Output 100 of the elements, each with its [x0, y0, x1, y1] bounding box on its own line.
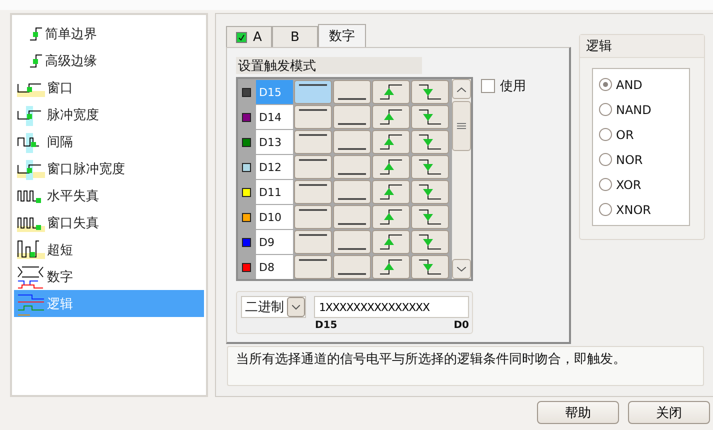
level-button[interactable]	[411, 205, 449, 229]
rising-edge-icon	[380, 258, 402, 276]
level-button[interactable]	[333, 255, 371, 279]
level-button[interactable]	[294, 180, 332, 204]
level-button[interactable]	[294, 155, 332, 179]
rising-edge-icon	[380, 108, 402, 126]
radio-button[interactable]	[599, 178, 612, 191]
level-button[interactable]	[333, 230, 371, 254]
high-level-icon	[299, 133, 327, 137]
radio-button[interactable]	[599, 103, 612, 116]
level-button[interactable]	[333, 130, 371, 154]
checkbox[interactable]	[236, 32, 248, 42]
channel-name[interactable]: D9	[256, 230, 293, 254]
falling-edge-icon	[419, 83, 441, 101]
trigger-type-item[interactable]: 间隔	[14, 128, 204, 155]
tab[interactable]: 数字	[318, 24, 366, 47]
low-level-icon	[338, 97, 366, 101]
level-button[interactable]	[411, 130, 449, 154]
low-level-icon	[338, 122, 366, 126]
radio-button[interactable]	[599, 128, 612, 141]
high-level-icon	[299, 83, 327, 87]
falling-edge-icon	[419, 108, 441, 126]
scroll-up-button[interactable]	[452, 79, 471, 99]
channel-name[interactable]: D14	[256, 105, 293, 129]
channel-name[interactable]: D12	[256, 155, 293, 179]
level-button[interactable]	[372, 205, 410, 229]
scrollbar[interactable]	[452, 79, 471, 279]
chevron-down-icon	[292, 304, 300, 310]
falling-edge-icon	[419, 183, 441, 201]
radio-button[interactable]	[599, 78, 612, 91]
rising-edge-icon	[380, 133, 402, 151]
rising-edge-icon	[380, 183, 402, 201]
level-button[interactable]	[411, 155, 449, 179]
radio-button[interactable]	[599, 203, 612, 216]
falling-edge-icon	[419, 258, 441, 276]
bit-label: D15	[315, 320, 338, 331]
level-button[interactable]	[294, 255, 332, 279]
level-button[interactable]	[294, 105, 332, 129]
trigger-type-item[interactable]: 数字	[14, 263, 204, 290]
low-level-icon	[338, 147, 366, 151]
radio-button[interactable]	[599, 153, 612, 166]
level-button[interactable]	[372, 105, 410, 129]
option-label: NAND	[616, 102, 652, 116]
chevron-up-icon	[457, 86, 466, 92]
level-button[interactable]	[411, 230, 449, 254]
dialog-button[interactable]: 关闭	[628, 401, 710, 424]
trigger-type-item[interactable]: 水平失真	[14, 182, 204, 209]
scroll-thumb[interactable]	[452, 101, 471, 151]
scroll-down-button[interactable]	[452, 259, 471, 279]
level-button[interactable]	[372, 180, 410, 204]
high-level-icon	[299, 183, 327, 187]
trigger-type-item[interactable]: 窗口	[14, 74, 204, 101]
low-level-icon	[338, 272, 366, 276]
format-dropdown[interactable]: 二进制	[241, 296, 306, 318]
description-text: 当所有选择通道的信号电平与所选择的逻辑条件同时吻合，即触发。	[227, 346, 704, 386]
trigger-type-item[interactable]: 脉冲宽度	[14, 101, 204, 128]
level-button[interactable]	[372, 130, 410, 154]
level-button[interactable]	[411, 180, 449, 204]
channel-name[interactable]: D11	[256, 180, 293, 204]
low-level-icon	[338, 222, 366, 226]
level-button[interactable]	[333, 180, 371, 204]
level-button[interactable]	[294, 205, 332, 229]
level-button[interactable]	[294, 230, 332, 254]
high-level-icon	[299, 108, 327, 112]
level-button[interactable]	[333, 205, 371, 229]
trigger-type-item[interactable]: 窗口脉冲宽度	[14, 155, 204, 182]
bit-label: D0	[454, 320, 469, 331]
level-button[interactable]	[372, 255, 410, 279]
level-button[interactable]	[333, 80, 371, 104]
high-level-icon	[299, 258, 327, 262]
trigger-type-item[interactable]: 窗口失真	[14, 209, 204, 236]
pattern-field[interactable]: 1XXXXXXXXXXXXXXX	[314, 296, 469, 318]
level-button[interactable]	[294, 130, 332, 154]
trigger-type-item[interactable]: 超短	[14, 236, 204, 263]
channel-name[interactable]: D13	[256, 130, 293, 154]
level-button[interactable]	[294, 80, 332, 104]
level-button[interactable]	[372, 155, 410, 179]
level-button[interactable]	[372, 80, 410, 104]
tab[interactable]: A	[226, 26, 272, 47]
rising-edge-icon	[380, 158, 402, 176]
falling-edge-icon	[419, 158, 441, 176]
level-button[interactable]	[411, 105, 449, 129]
level-button[interactable]	[333, 105, 371, 129]
low-level-icon	[338, 197, 366, 201]
use-checkbox[interactable]: 使用	[481, 77, 526, 94]
trigger-type-item[interactable]: 高级边缘	[14, 47, 204, 74]
waveform-icon	[29, 26, 43, 40]
channel-name[interactable]: D10	[256, 205, 293, 229]
group-title: 逻辑	[580, 35, 704, 58]
level-button[interactable]	[411, 80, 449, 104]
dialog-button[interactable]: 帮助	[537, 401, 619, 424]
waveform-icon	[29, 54, 43, 68]
option-label: OR	[616, 128, 634, 142]
level-button[interactable]	[372, 230, 410, 254]
level-button[interactable]	[333, 155, 371, 179]
level-button[interactable]	[411, 255, 449, 279]
trigger-type-item[interactable]: 简单边界	[14, 20, 204, 47]
channel-name[interactable]: D8	[256, 255, 293, 279]
option-label: AND	[616, 78, 642, 92]
tab[interactable]: B	[272, 26, 318, 47]
